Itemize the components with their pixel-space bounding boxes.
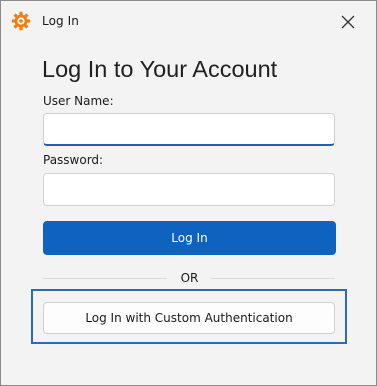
username-label: User Name: [43, 94, 114, 108]
custom-authentication-button[interactable]: Log In with Custom Authentication [43, 302, 335, 334]
login-dialog: Log In Log In to Your Account User Name:… [0, 0, 377, 386]
login-button[interactable]: Log In [43, 221, 336, 255]
divider-right [211, 278, 335, 279]
password-label: Password: [43, 153, 104, 167]
window-title: Log In [42, 14, 79, 28]
password-input[interactable] [43, 173, 335, 206]
close-button[interactable] [333, 7, 363, 37]
username-input[interactable] [43, 113, 335, 146]
app-gear-icon [11, 11, 31, 31]
close-icon [341, 15, 355, 29]
title-bar: Log In [1, 1, 376, 43]
page-title: Log In to Your Account [42, 56, 278, 82]
